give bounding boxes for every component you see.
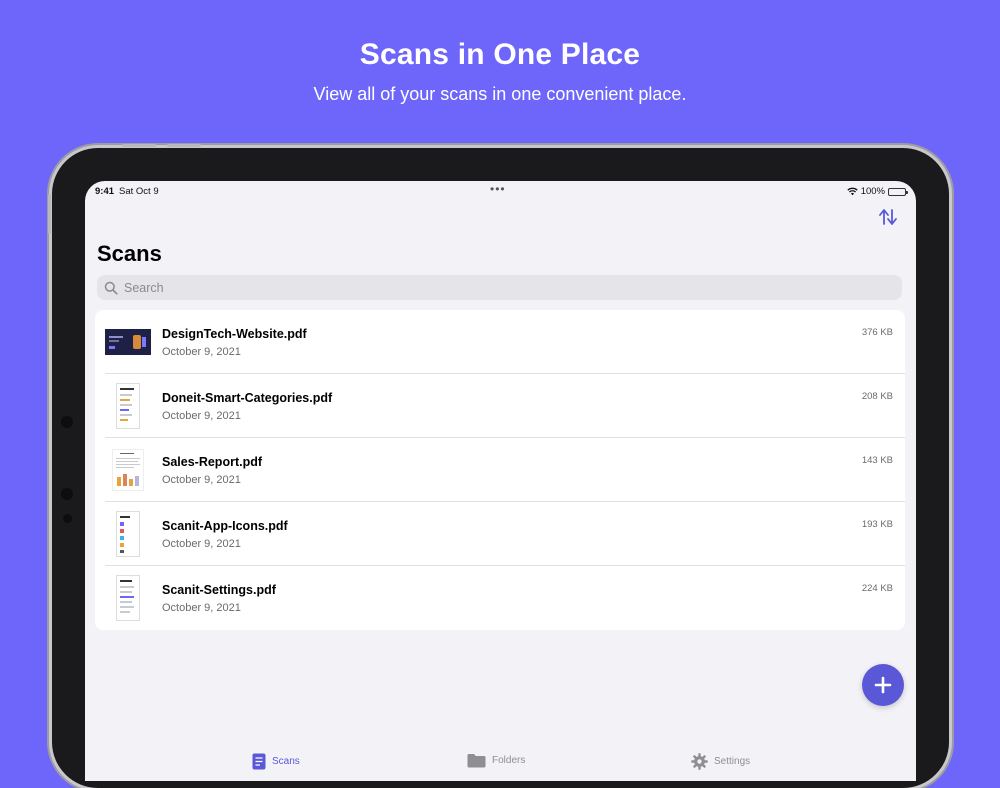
file-name: Sales-Report.pdf bbox=[162, 455, 263, 469]
file-size: 193 KB bbox=[861, 519, 893, 530]
search-bar[interactable] bbox=[97, 275, 902, 300]
tab-label: Folders bbox=[492, 755, 526, 766]
status-date: Sat Oct 9 bbox=[119, 186, 159, 197]
tab-scans[interactable]: Scans bbox=[252, 753, 300, 770]
tab-settings[interactable]: Settings bbox=[691, 753, 750, 770]
file-thumbnail bbox=[105, 511, 151, 557]
list-item[interactable]: Sales-Report.pdf October 9, 2021 143 KB bbox=[95, 438, 905, 502]
file-thumbnail bbox=[105, 320, 151, 364]
sort-button[interactable] bbox=[876, 205, 900, 229]
tab-folders[interactable]: Folders bbox=[467, 753, 525, 768]
list-item[interactable]: Scanit-Settings.pdf October 9, 2021 224 … bbox=[95, 566, 905, 630]
top-button-left bbox=[122, 144, 156, 147]
file-name: Doneit-Smart-Categories.pdf bbox=[162, 391, 333, 405]
promo-subline: View all of your scans in one convenient… bbox=[313, 84, 687, 104]
side-sensor-3 bbox=[63, 514, 72, 523]
file-size: 208 KB bbox=[861, 391, 893, 402]
list-item[interactable]: DesignTech-Website.pdf October 9, 2021 3… bbox=[95, 310, 905, 374]
status-time: 9:41 bbox=[95, 186, 115, 197]
tab-label: Settings bbox=[714, 756, 751, 767]
battery-percent: 100% bbox=[860, 186, 885, 197]
file-size: 143 KB bbox=[861, 455, 893, 466]
file-thumbnail bbox=[105, 383, 151, 429]
search-input[interactable] bbox=[122, 279, 886, 296]
file-size: 224 KB bbox=[861, 583, 893, 594]
side-button bbox=[48, 194, 51, 234]
add-scan-button[interactable] bbox=[862, 664, 904, 706]
file-name: DesignTech-Website.pdf bbox=[162, 327, 307, 341]
folder-icon bbox=[467, 754, 486, 768]
app-screen: 9:41 Sat Oct 9 ••• 100% Scans Search Des… bbox=[85, 181, 916, 781]
ipad-frame: 9:41 Sat Oct 9 ••• 100% Scans Search Des… bbox=[48, 144, 949, 788]
promo-headline: Scans in One Place bbox=[359, 38, 641, 71]
file-name: Scanit-Settings.pdf bbox=[162, 583, 276, 597]
battery-icon bbox=[888, 187, 908, 196]
file-name: Scanit-App-Icons.pdf bbox=[162, 519, 288, 533]
status-right: 100% bbox=[847, 186, 908, 197]
tab-bar: Scans Folders Settings bbox=[85, 741, 916, 781]
file-date: October 9, 2021 bbox=[162, 346, 241, 358]
scan-list: DesignTech-Website.pdf October 9, 2021 3… bbox=[95, 310, 905, 630]
status-bar: 9:41 Sat Oct 9 ••• 100% bbox=[85, 182, 916, 201]
side-sensor-1 bbox=[61, 416, 73, 428]
file-thumbnail bbox=[105, 575, 151, 621]
list-item[interactable]: Doneit-Smart-Categories.pdf October 9, 2… bbox=[95, 374, 905, 438]
top-button-right bbox=[167, 144, 201, 147]
file-date: October 9, 2021 bbox=[162, 474, 241, 486]
gear-icon bbox=[691, 753, 708, 770]
sort-arrows-icon bbox=[879, 209, 897, 225]
document-icon bbox=[252, 753, 266, 770]
tab-label: Scans bbox=[272, 756, 300, 767]
file-date: October 9, 2021 bbox=[162, 538, 241, 550]
page-title: Scans bbox=[97, 241, 162, 266]
side-sensor-2 bbox=[61, 488, 73, 500]
plus-icon bbox=[874, 676, 892, 694]
file-size: 376 KB bbox=[861, 327, 893, 338]
file-date: October 9, 2021 bbox=[162, 410, 241, 422]
file-thumbnail bbox=[105, 448, 151, 492]
multitasking-dots-icon[interactable]: ••• bbox=[490, 182, 506, 196]
search-icon bbox=[104, 281, 118, 295]
list-item[interactable]: Scanit-App-Icons.pdf October 9, 2021 193… bbox=[95, 502, 905, 566]
wifi-icon bbox=[847, 187, 858, 196]
file-date: October 9, 2021 bbox=[162, 602, 241, 614]
